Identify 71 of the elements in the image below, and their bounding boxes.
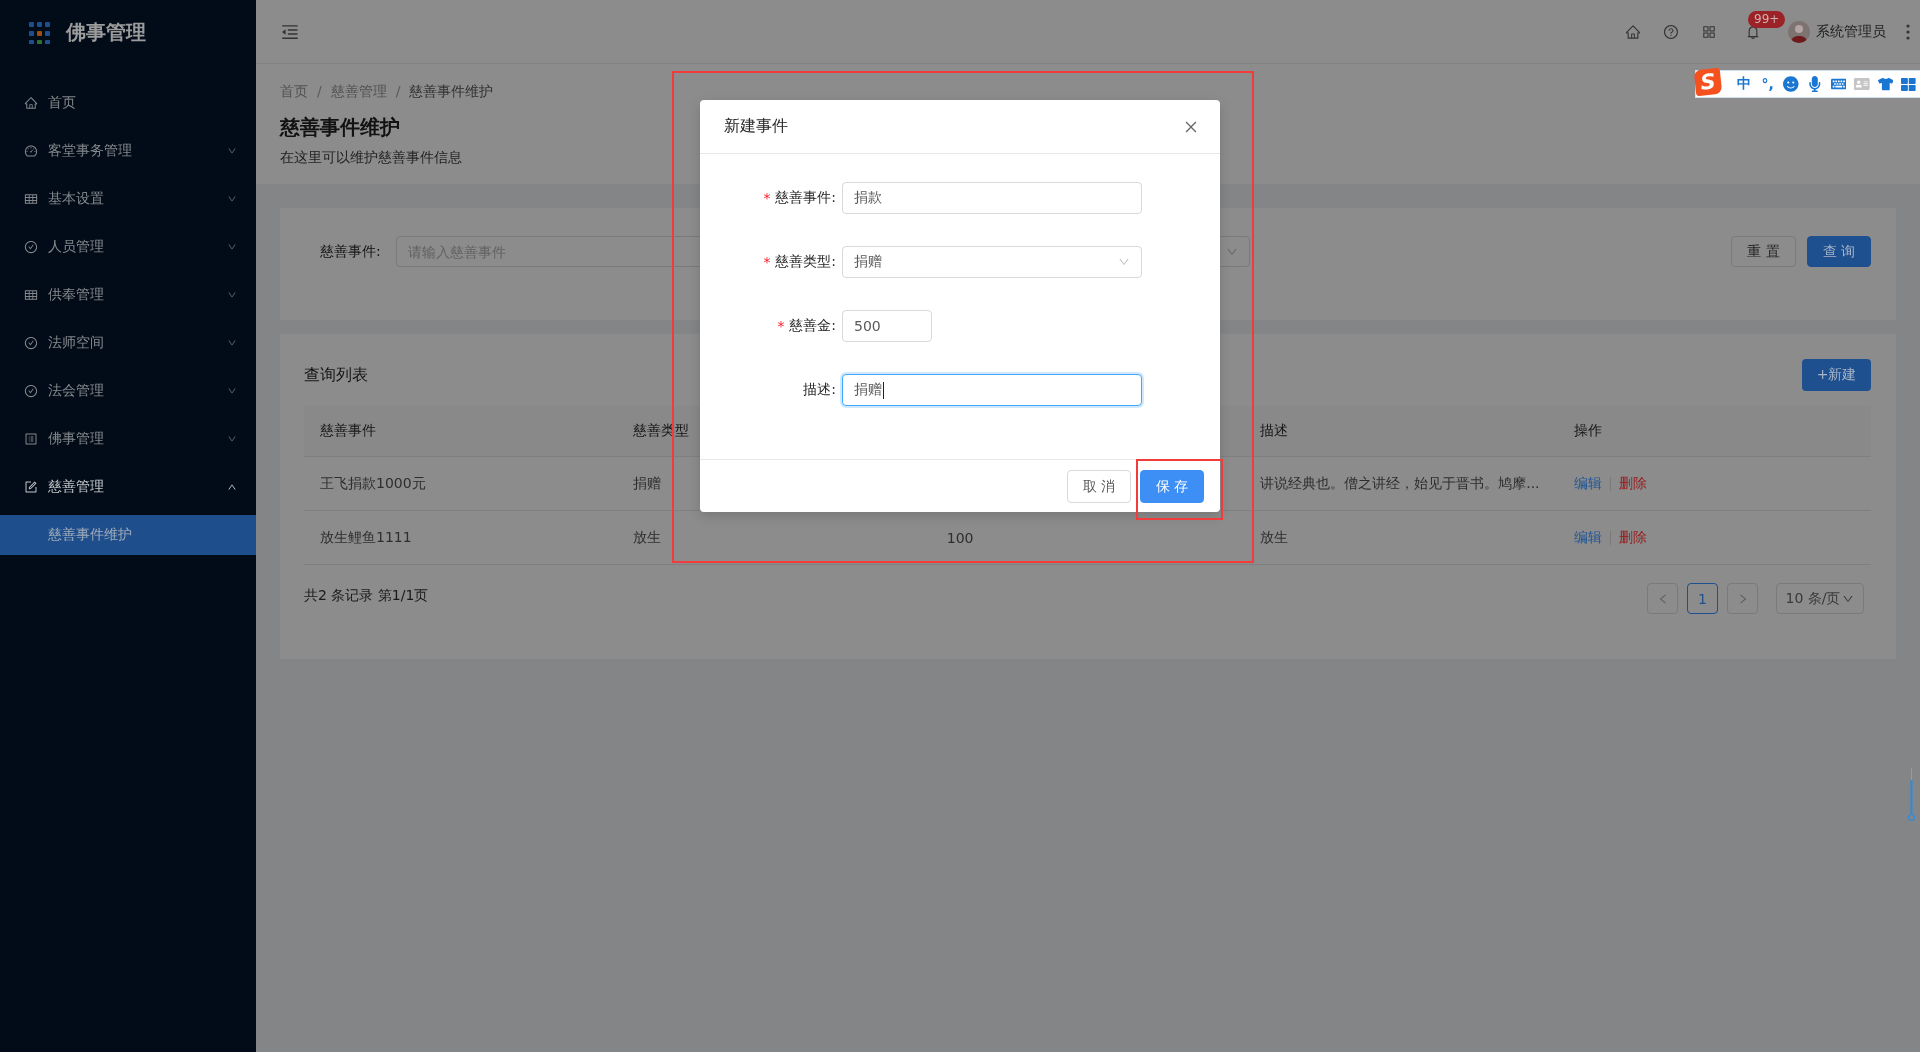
pagination-summary: 共2 条记录 第1/1页 bbox=[304, 586, 429, 605]
column-header: 操作 bbox=[1573, 422, 1602, 440]
gauge-icon bbox=[24, 144, 38, 158]
save-button[interactable]: 保 存 bbox=[1140, 470, 1204, 503]
field-label: 慈善金: bbox=[789, 317, 836, 335]
reset-button[interactable]: 重 置 bbox=[1731, 236, 1796, 267]
new-button[interactable]: +新建 bbox=[1802, 359, 1871, 391]
text-caret-icon bbox=[883, 381, 884, 399]
list-icon bbox=[24, 432, 38, 446]
notification-badge: 99+ bbox=[1748, 10, 1786, 28]
app-grid-logo-icon bbox=[29, 20, 50, 44]
menu-item[interactable]: 慈善管理 bbox=[0, 467, 256, 507]
table-cell: 放生 bbox=[1260, 528, 1289, 547]
select-field[interactable]: 捐赠 bbox=[842, 246, 1142, 278]
required-mark: * bbox=[762, 190, 772, 206]
breadcrumb-separator: / bbox=[395, 82, 401, 101]
user-menu[interactable]: 系统管理员 bbox=[1788, 20, 1886, 43]
table-cell: 放生 bbox=[633, 528, 662, 547]
home-icon bbox=[24, 96, 38, 110]
delete-link[interactable]: 删除 bbox=[1618, 474, 1647, 493]
chevron-down-icon bbox=[1118, 256, 1130, 268]
table-cell: 捐赠 bbox=[633, 474, 662, 493]
page-title: 慈善事件维护 bbox=[280, 114, 400, 141]
cancel-button[interactable]: 取 消 bbox=[1067, 470, 1131, 503]
page-size-select[interactable]: 10 条/页 bbox=[1776, 583, 1864, 614]
search-label: 慈善事件: bbox=[320, 242, 381, 261]
dialog-title: 新建事件 bbox=[724, 116, 788, 137]
breadcrumb-separator: / bbox=[317, 82, 322, 101]
field-label: 描述: bbox=[803, 381, 836, 399]
required-mark: * bbox=[762, 254, 772, 270]
table-cell: 放生鲤鱼1111 bbox=[320, 528, 412, 547]
microphone-icon[interactable] bbox=[1807, 76, 1823, 92]
page-subtitle: 在这里可以维护慈善事件信息 bbox=[280, 148, 462, 167]
table-title: 查询列表 bbox=[304, 364, 368, 386]
grid-icon[interactable] bbox=[1701, 23, 1717, 40]
menu-item[interactable]: 供奉管理 bbox=[0, 275, 256, 315]
field-label: 慈善事件: bbox=[775, 189, 836, 207]
edit-icon bbox=[24, 480, 38, 494]
required-mark: * bbox=[776, 318, 786, 334]
table-icon bbox=[24, 288, 38, 302]
delete-link[interactable]: 删除 bbox=[1618, 528, 1647, 547]
table-icon bbox=[24, 192, 38, 206]
submenu-item[interactable]: 慈善事件维护 bbox=[0, 515, 256, 555]
menu-item[interactable]: 人员管理 bbox=[0, 227, 256, 267]
menu-item[interactable]: 法师空间 bbox=[0, 323, 256, 363]
grid-icon[interactable] bbox=[1901, 76, 1916, 92]
home-icon[interactable] bbox=[1625, 23, 1641, 40]
shirt-icon[interactable] bbox=[1877, 76, 1894, 92]
app-title: 佛事管理 bbox=[66, 18, 146, 46]
menu-item[interactable]: 基本设置 bbox=[0, 179, 256, 219]
table-cell: 100 bbox=[946, 529, 974, 546]
input-field[interactable]: 捐赠 bbox=[842, 374, 1142, 406]
help-icon[interactable] bbox=[1663, 23, 1679, 40]
breadcrumb-current: 慈善事件维护 bbox=[409, 82, 494, 101]
keyboard-icon[interactable] bbox=[1830, 76, 1847, 92]
input-field[interactable]: 捐款 bbox=[842, 182, 1142, 214]
menu-item[interactable]: 客堂事务管理 bbox=[0, 131, 256, 171]
punctuation-toggle[interactable]: °, bbox=[1759, 76, 1776, 92]
input-mode-toggle[interactable]: 中 bbox=[1736, 75, 1752, 93]
query-button[interactable]: 查 询 bbox=[1806, 236, 1871, 267]
column-header: 描述 bbox=[1260, 422, 1289, 440]
menu-item[interactable]: 法会管理 bbox=[0, 371, 256, 411]
menu-item[interactable]: 首页 bbox=[0, 83, 256, 123]
more-vertical-icon[interactable] bbox=[1906, 23, 1910, 40]
menu-item[interactable]: 佛事管理 bbox=[0, 419, 256, 459]
input-field[interactable]: 500 bbox=[842, 310, 932, 342]
table-cell: 王飞捐款1000元 bbox=[320, 474, 426, 493]
avatar-icon bbox=[1788, 20, 1810, 43]
table-cell: 讲说经典也。僧之讲经，始见于晋书。鸠摩... bbox=[1260, 474, 1540, 493]
smiley-icon[interactable] bbox=[1783, 76, 1800, 92]
column-header: 慈善事件 bbox=[320, 422, 376, 440]
